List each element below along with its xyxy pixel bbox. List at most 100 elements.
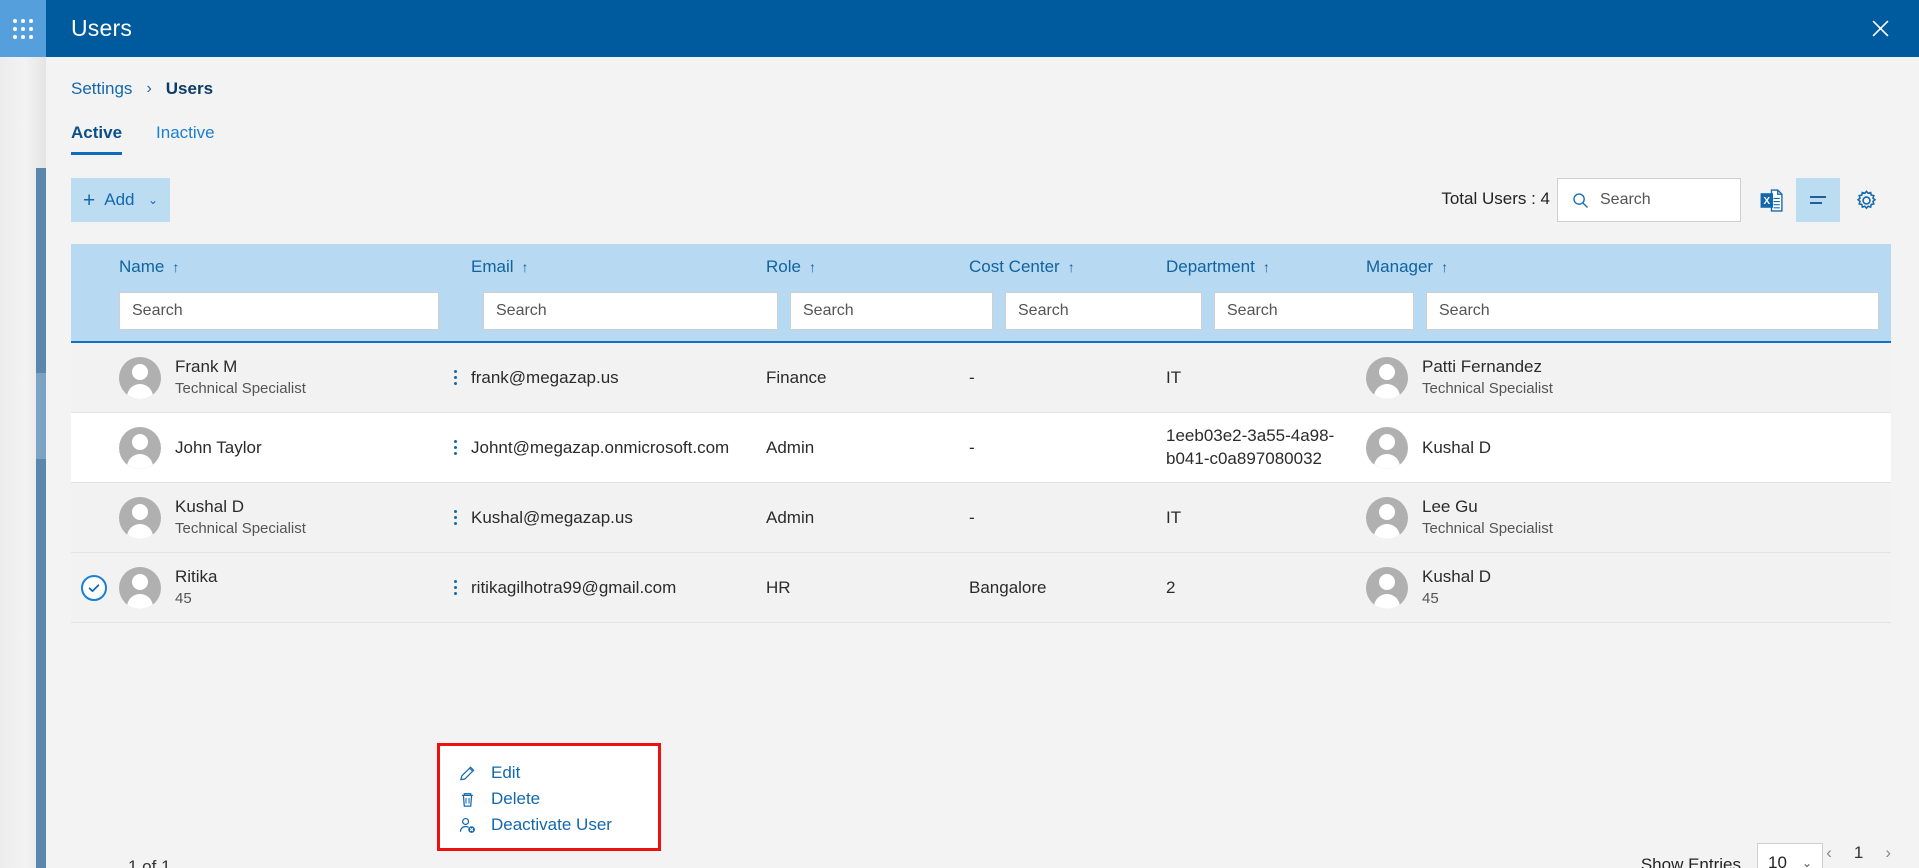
row-cost-center: Bangalore [969,577,1047,597]
filter-manager[interactable]: Search [1426,292,1879,330]
row-actions-button[interactable] [439,440,471,455]
page-scrollbar-thumb[interactable] [36,373,46,459]
avatar [1366,356,1408,399]
search-input[interactable]: Search [1557,178,1741,222]
table-row[interactable]: John Taylor Johnt@megazap.onmicrosoft.co… [71,413,1891,483]
row-department: IT [1166,367,1182,387]
chevron-down-icon: ⌄ [1801,856,1812,868]
users-table: Name ↑ Email ↑ Role ↑ Cost Center ↑ Depa… [71,244,1891,868]
avatar [1366,496,1408,539]
row-email: Johnt@megazap.onmicrosoft.com [471,437,730,457]
filter-name[interactable]: Search [119,292,439,330]
window-title: Users [71,15,133,41]
manager-subtitle: Technical Specialist [1422,520,1553,538]
excel-export-icon: X [1760,188,1783,212]
trash-icon [462,792,473,807]
column-header-manager[interactable]: Manager ↑ [1366,257,1891,277]
add-button[interactable]: + Add ⌄ [71,178,170,222]
table-row[interactable]: Ritika 45 ritikagilhotra99@gmail.com HR … [71,553,1891,623]
table-row[interactable]: Frank M Technical Specialist frank@megaz… [71,343,1891,413]
table-header-labels: Name ↑ Email ↑ Role ↑ Cost Center ↑ Depa… [71,244,1891,289]
filter-placeholder: Search [1227,302,1278,319]
filter-placeholder: Search [132,302,183,319]
breadcrumb-separator-icon: › [146,80,152,97]
next-page-button[interactable]: › [1885,843,1891,863]
row-actions-button[interactable] [439,580,471,595]
table-filter-row: Search Search Search Search Search Searc… [71,289,1891,341]
pagination: ‹ 1 › [1826,843,1891,863]
column-header-name[interactable]: Name ↑ [119,257,439,277]
manager-name: Patti Fernandez [1422,357,1543,376]
filter-cost-center[interactable]: Search [1005,292,1202,330]
context-menu-label: Edit [491,763,521,782]
person-subtitle: 45 [175,590,192,608]
row-actions-button[interactable] [439,510,471,525]
content-panel: Settings › Users Active Inactive + Add ⌄… [46,57,1919,868]
row-person-name: Kushal D Technical Specialist [119,496,439,539]
table-body: Frank M Technical Specialist frank@megaz… [71,341,1891,623]
export-excel-button[interactable]: X [1749,178,1793,222]
column-header-cost-center[interactable]: Cost Center ↑ [969,257,1166,277]
sort-arrow-icon: ↑ [521,258,529,275]
context-menu-label: Deactivate User [491,815,612,834]
toolbar: + Add ⌄ Total Users : 4 Search X [71,178,1891,224]
tab-active[interactable]: Active [71,123,123,155]
table-footer: 1 of 1 Show Entries 10 ⌄ ‹ 1 › [96,839,1891,868]
table-header: Name ↑ Email ↑ Role ↑ Cost Center ↑ Depa… [71,244,1891,341]
avatar [1366,566,1408,609]
close-icon [1871,20,1889,37]
user-deactivate-icon [459,817,475,833]
filter-role[interactable]: Search [790,292,993,330]
column-label: Role [766,256,801,276]
sort-arrow-icon: ↑ [172,258,180,275]
row-person-name: John Taylor [119,426,439,469]
list-view-button[interactable] [1796,178,1840,222]
app-launcher-button[interactable] [0,0,46,57]
check-icon [88,583,100,592]
row-department: 1eeb03e2-3a55-4a98-b041-c0a897080032 [1166,426,1335,468]
avatar [119,426,161,469]
column-header-email[interactable]: Email ↑ [471,257,766,277]
row-manager: Kushal D 45 [1366,566,1891,609]
users-window: Users Settings › Users Active Inactive +… [0,0,1919,868]
manager-subtitle: Technical Specialist [1422,380,1553,398]
filter-placeholder: Search [1439,302,1490,319]
manager-name: Kushal D [1422,437,1491,457]
context-menu-label: Delete [491,789,541,808]
row-department: IT [1166,507,1182,527]
tab-inactive[interactable]: Inactive [156,123,215,155]
list-view-icon [1810,196,1826,204]
person-name: Frank M [175,357,238,376]
add-button-label: Add [104,190,135,209]
close-button[interactable] [1863,12,1897,46]
breadcrumb-settings[interactable]: Settings [71,79,132,99]
column-header-department[interactable]: Department ↑ [1166,257,1366,277]
table-row[interactable]: Kushal D Technical Specialist Kushal@meg… [71,483,1891,553]
row-actions-button[interactable] [439,370,471,385]
sort-arrow-icon: ↑ [1262,258,1270,275]
row-email: Kushal@megazap.us [471,507,633,527]
entries-value: 10 [1768,853,1787,868]
row-person-name: Ritika 45 [119,566,439,609]
settings-button[interactable] [1844,178,1888,222]
filter-email[interactable]: Search [483,292,778,330]
avatar [119,566,161,609]
prev-page-button[interactable]: ‹ [1826,843,1832,863]
context-menu-item-delete[interactable]: Delete [440,786,658,812]
sort-arrow-icon: ↑ [1441,258,1449,275]
row-select-checkbox[interactable] [81,574,107,601]
column-label: Name [119,256,165,276]
entries-per-page-select[interactable]: 10 ⌄ [1757,843,1823,868]
current-page[interactable]: 1 [1854,843,1863,863]
filter-department[interactable]: Search [1214,292,1414,330]
app-launcher-icon [13,18,33,39]
context-menu-item-deactivate-user[interactable]: Deactivate User [440,812,658,838]
avatar [119,496,161,539]
filter-placeholder: Search [1018,302,1069,319]
row-role: Finance [766,367,827,387]
manager-name: Kushal D [1422,567,1491,586]
page-scrollbar-track[interactable] [36,168,46,868]
column-header-role[interactable]: Role ↑ [766,257,969,277]
context-menu-item-edit[interactable]: Edit [440,760,658,786]
chevron-down-icon: ⌄ [147,193,158,207]
